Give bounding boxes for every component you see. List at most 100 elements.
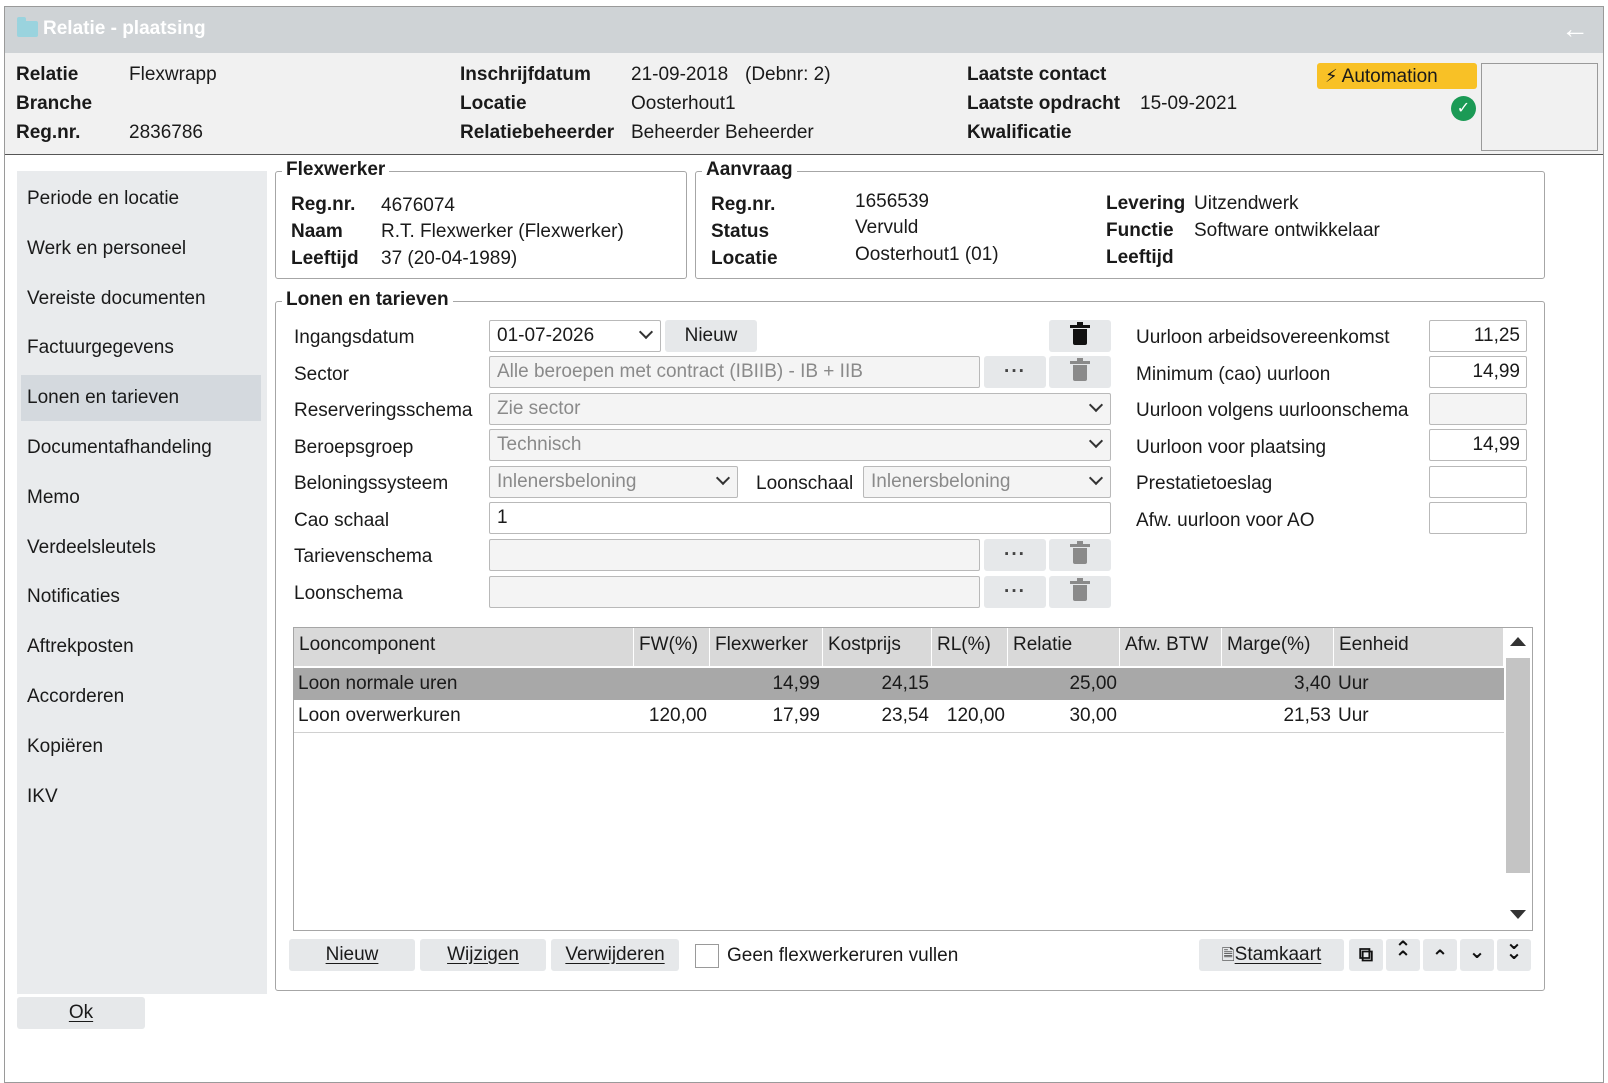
- geen-flexwerkeruren-checkbox[interactable]: [695, 944, 719, 968]
- sidebar-item-kopi-ren[interactable]: Kopiëren: [21, 724, 261, 770]
- loonschaal-label: Loonschaal: [756, 473, 854, 494]
- min-cao-input[interactable]: 14,99: [1429, 356, 1527, 388]
- sidebar-item-verdeelsleutels[interactable]: Verdeelsleutels: [21, 525, 261, 571]
- folder-icon: [17, 17, 38, 37]
- ingangsdatum-select[interactable]: 01-07-2026: [489, 320, 661, 352]
- beloningssysteem-label: Beloningssysteem: [294, 473, 449, 494]
- sector-field[interactable]: Alle beroepen met contract (IBIIB) - IB …: [489, 356, 980, 388]
- aanvraag-regnr-value: 1656539: [855, 191, 929, 212]
- relatie-label: Relatie: [16, 64, 79, 85]
- sector-browse-button[interactable]: ···: [984, 356, 1046, 388]
- chevron-up-icon[interactable]: ⌃: [1423, 939, 1457, 971]
- lonen-group-title: Lonen en tarieven: [282, 289, 453, 311]
- sidebar-item-ikv[interactable]: IKV: [21, 774, 261, 820]
- beroepsgroep-label: Beroepsgroep: [294, 437, 414, 458]
- stamkaart-button[interactable]: 🗎Stamkaart: [1199, 939, 1344, 971]
- sidebar-item-werk-en-personeel[interactable]: Werk en personeel: [21, 226, 261, 272]
- loonschaal-select[interactable]: Inlenersbeloning: [863, 466, 1111, 498]
- sidebar-item-memo[interactable]: Memo: [21, 475, 261, 521]
- ok-button[interactable]: Ok: [17, 997, 145, 1029]
- column-header[interactable]: Relatie: [1008, 628, 1120, 666]
- sidebar-item-lonen-en-tarieven[interactable]: Lonen en tarieven: [21, 375, 261, 422]
- delete-ingangsdatum-button[interactable]: [1049, 320, 1111, 352]
- table-row[interactable]: Loon overwerkuren 120,00 17,99 23,54 120,00 3…: [294, 700, 1504, 732]
- double-chevron-up-icon[interactable]: ⌃ ⌃: [1386, 939, 1420, 971]
- chevron-down-icon[interactable]: ⌄: [1460, 939, 1494, 971]
- table-cell-eenheid: Uur: [1338, 705, 1369, 726]
- automation-badge[interactable]: ⚡ Automation: [1317, 63, 1477, 89]
- column-header[interactable]: Eenheid: [1334, 628, 1504, 666]
- flexwerker-regnr-label: Reg.nr.: [291, 194, 356, 215]
- reserveringsschema-select[interactable]: Zie sector: [489, 393, 1111, 425]
- ellipsis-icon: ···: [1004, 581, 1026, 602]
- aanvraag-status-value: Vervuld: [855, 217, 919, 238]
- table-cell-relatie: 25,00: [1069, 673, 1117, 694]
- aanvraag-locatie-label: Locatie: [711, 248, 778, 269]
- column-header[interactable]: Flexwerker: [710, 628, 823, 666]
- table-row[interactable]: Loon normale uren 14,99 24,15 25,00 3,40 Uur: [294, 668, 1504, 700]
- sidebar-item-vereiste-documenten[interactable]: Vereiste documenten: [21, 276, 261, 322]
- sidebar-nav: Periode en locatie Werk en personeel Verei…: [17, 171, 267, 994]
- aanvraag-functie-value: Software ontwikkelaar: [1194, 220, 1380, 241]
- loonschema-browse-button[interactable]: ···: [984, 576, 1046, 608]
- column-header[interactable]: FW(%): [634, 628, 710, 666]
- column-header[interactable]: Afw. BTW: [1120, 628, 1222, 666]
- column-header[interactable]: RL(%): [932, 628, 1008, 666]
- sidebar-item-periode-en-locatie[interactable]: Periode en locatie: [21, 176, 261, 222]
- branche-label: Branche: [16, 93, 93, 114]
- scroll-down-icon[interactable]: [1510, 910, 1526, 919]
- flexwerker-regnr-value: 4676074: [381, 195, 455, 216]
- geen-flexwerkeruren-label: Geen flexwerkeruren vullen: [727, 945, 959, 966]
- chevron-down-icon: [1088, 433, 1104, 449]
- tarievenschema-browse-button[interactable]: ···: [984, 539, 1046, 571]
- aanvraag-group: Aanvraag Reg.nr. 1656539 Status Vervuld …: [695, 159, 1545, 279]
- ellipsis-icon: ···: [1004, 544, 1026, 565]
- column-header[interactable]: Looncomponent: [294, 628, 634, 666]
- dialog-window: Relatie - plaatsing ← Relatie Flexwrapp …: [4, 6, 1604, 1083]
- debnr-value: (Debnr: 2): [745, 64, 831, 85]
- verwijderen-button[interactable]: Verwijderen: [551, 939, 679, 971]
- table-cell-rl: 120,00: [946, 705, 1005, 726]
- beloningssysteem-select[interactable]: Inlenersbeloning: [489, 466, 738, 498]
- tarievenschema-field[interactable]: [489, 539, 980, 571]
- photo-placeholder[interactable]: [1481, 63, 1598, 151]
- sector-clear-button[interactable]: [1049, 356, 1111, 388]
- table-cell-flexwerker: 14,99: [772, 673, 820, 694]
- sidebar-item-notificaties[interactable]: Notificaties: [21, 574, 261, 620]
- uurloon-schema-input[interactable]: [1429, 393, 1527, 425]
- table-cell-afw-btw: [1120, 700, 1219, 732]
- sidebar-item-factuurgegevens[interactable]: Factuurgegevens: [21, 325, 261, 371]
- locatie-label: Locatie: [460, 93, 527, 114]
- chevron-down-icon: [1088, 470, 1104, 486]
- wijzigen-button[interactable]: Wijzigen: [420, 939, 546, 971]
- table-cell-eenheid: Uur: [1338, 673, 1369, 694]
- uurloon-plaatsing-input[interactable]: 14,99: [1429, 429, 1527, 461]
- reserveringsschema-label: Reserveringsschema: [294, 400, 473, 421]
- column-header[interactable]: Kostprijs: [823, 628, 932, 666]
- laatste-opdracht-value: 15-09-2021: [1140, 93, 1238, 114]
- cao-schaal-input[interactable]: 1: [489, 502, 1111, 534]
- loonschema-field[interactable]: [489, 576, 980, 608]
- flexwerker-group-title: Flexwerker: [282, 159, 390, 181]
- sidebar-item-accorderen[interactable]: Accorderen: [21, 674, 261, 720]
- prestatietoeslag-input[interactable]: [1429, 466, 1527, 498]
- double-chevron-down-icon[interactable]: ⌄ ⌄: [1497, 933, 1531, 971]
- nieuw-ingangsdatum-button[interactable]: Nieuw: [665, 320, 757, 352]
- scroll-thumb[interactable]: [1506, 658, 1530, 873]
- arrow-left-icon[interactable]: ←: [1561, 13, 1589, 45]
- beroepsgroep-select[interactable]: Technisch: [489, 429, 1111, 461]
- sidebar-item-documentafhandeling[interactable]: Documentafhandeling: [21, 425, 261, 471]
- title-bar: Relatie - plaatsing ←: [5, 7, 1603, 53]
- aanvraag-levering-label: Levering: [1106, 193, 1186, 214]
- nieuw-button[interactable]: Nieuw: [289, 939, 415, 971]
- table-scrollbar[interactable]: [1504, 628, 1532, 930]
- scroll-up-icon[interactable]: [1510, 637, 1526, 646]
- loonschema-clear-button[interactable]: [1049, 576, 1111, 608]
- afw-uurloon-input[interactable]: [1429, 502, 1527, 534]
- uurloon-ao-input[interactable]: 11,25: [1429, 320, 1527, 352]
- tarievenschema-clear-button[interactable]: [1049, 539, 1111, 571]
- tarievenschema-label: Tarievenschema: [294, 546, 433, 567]
- sidebar-item-aftrekposten[interactable]: Aftrekposten: [21, 624, 261, 670]
- column-header[interactable]: Marge(%): [1222, 628, 1334, 666]
- copy-icon[interactable]: ⧉: [1349, 939, 1383, 971]
